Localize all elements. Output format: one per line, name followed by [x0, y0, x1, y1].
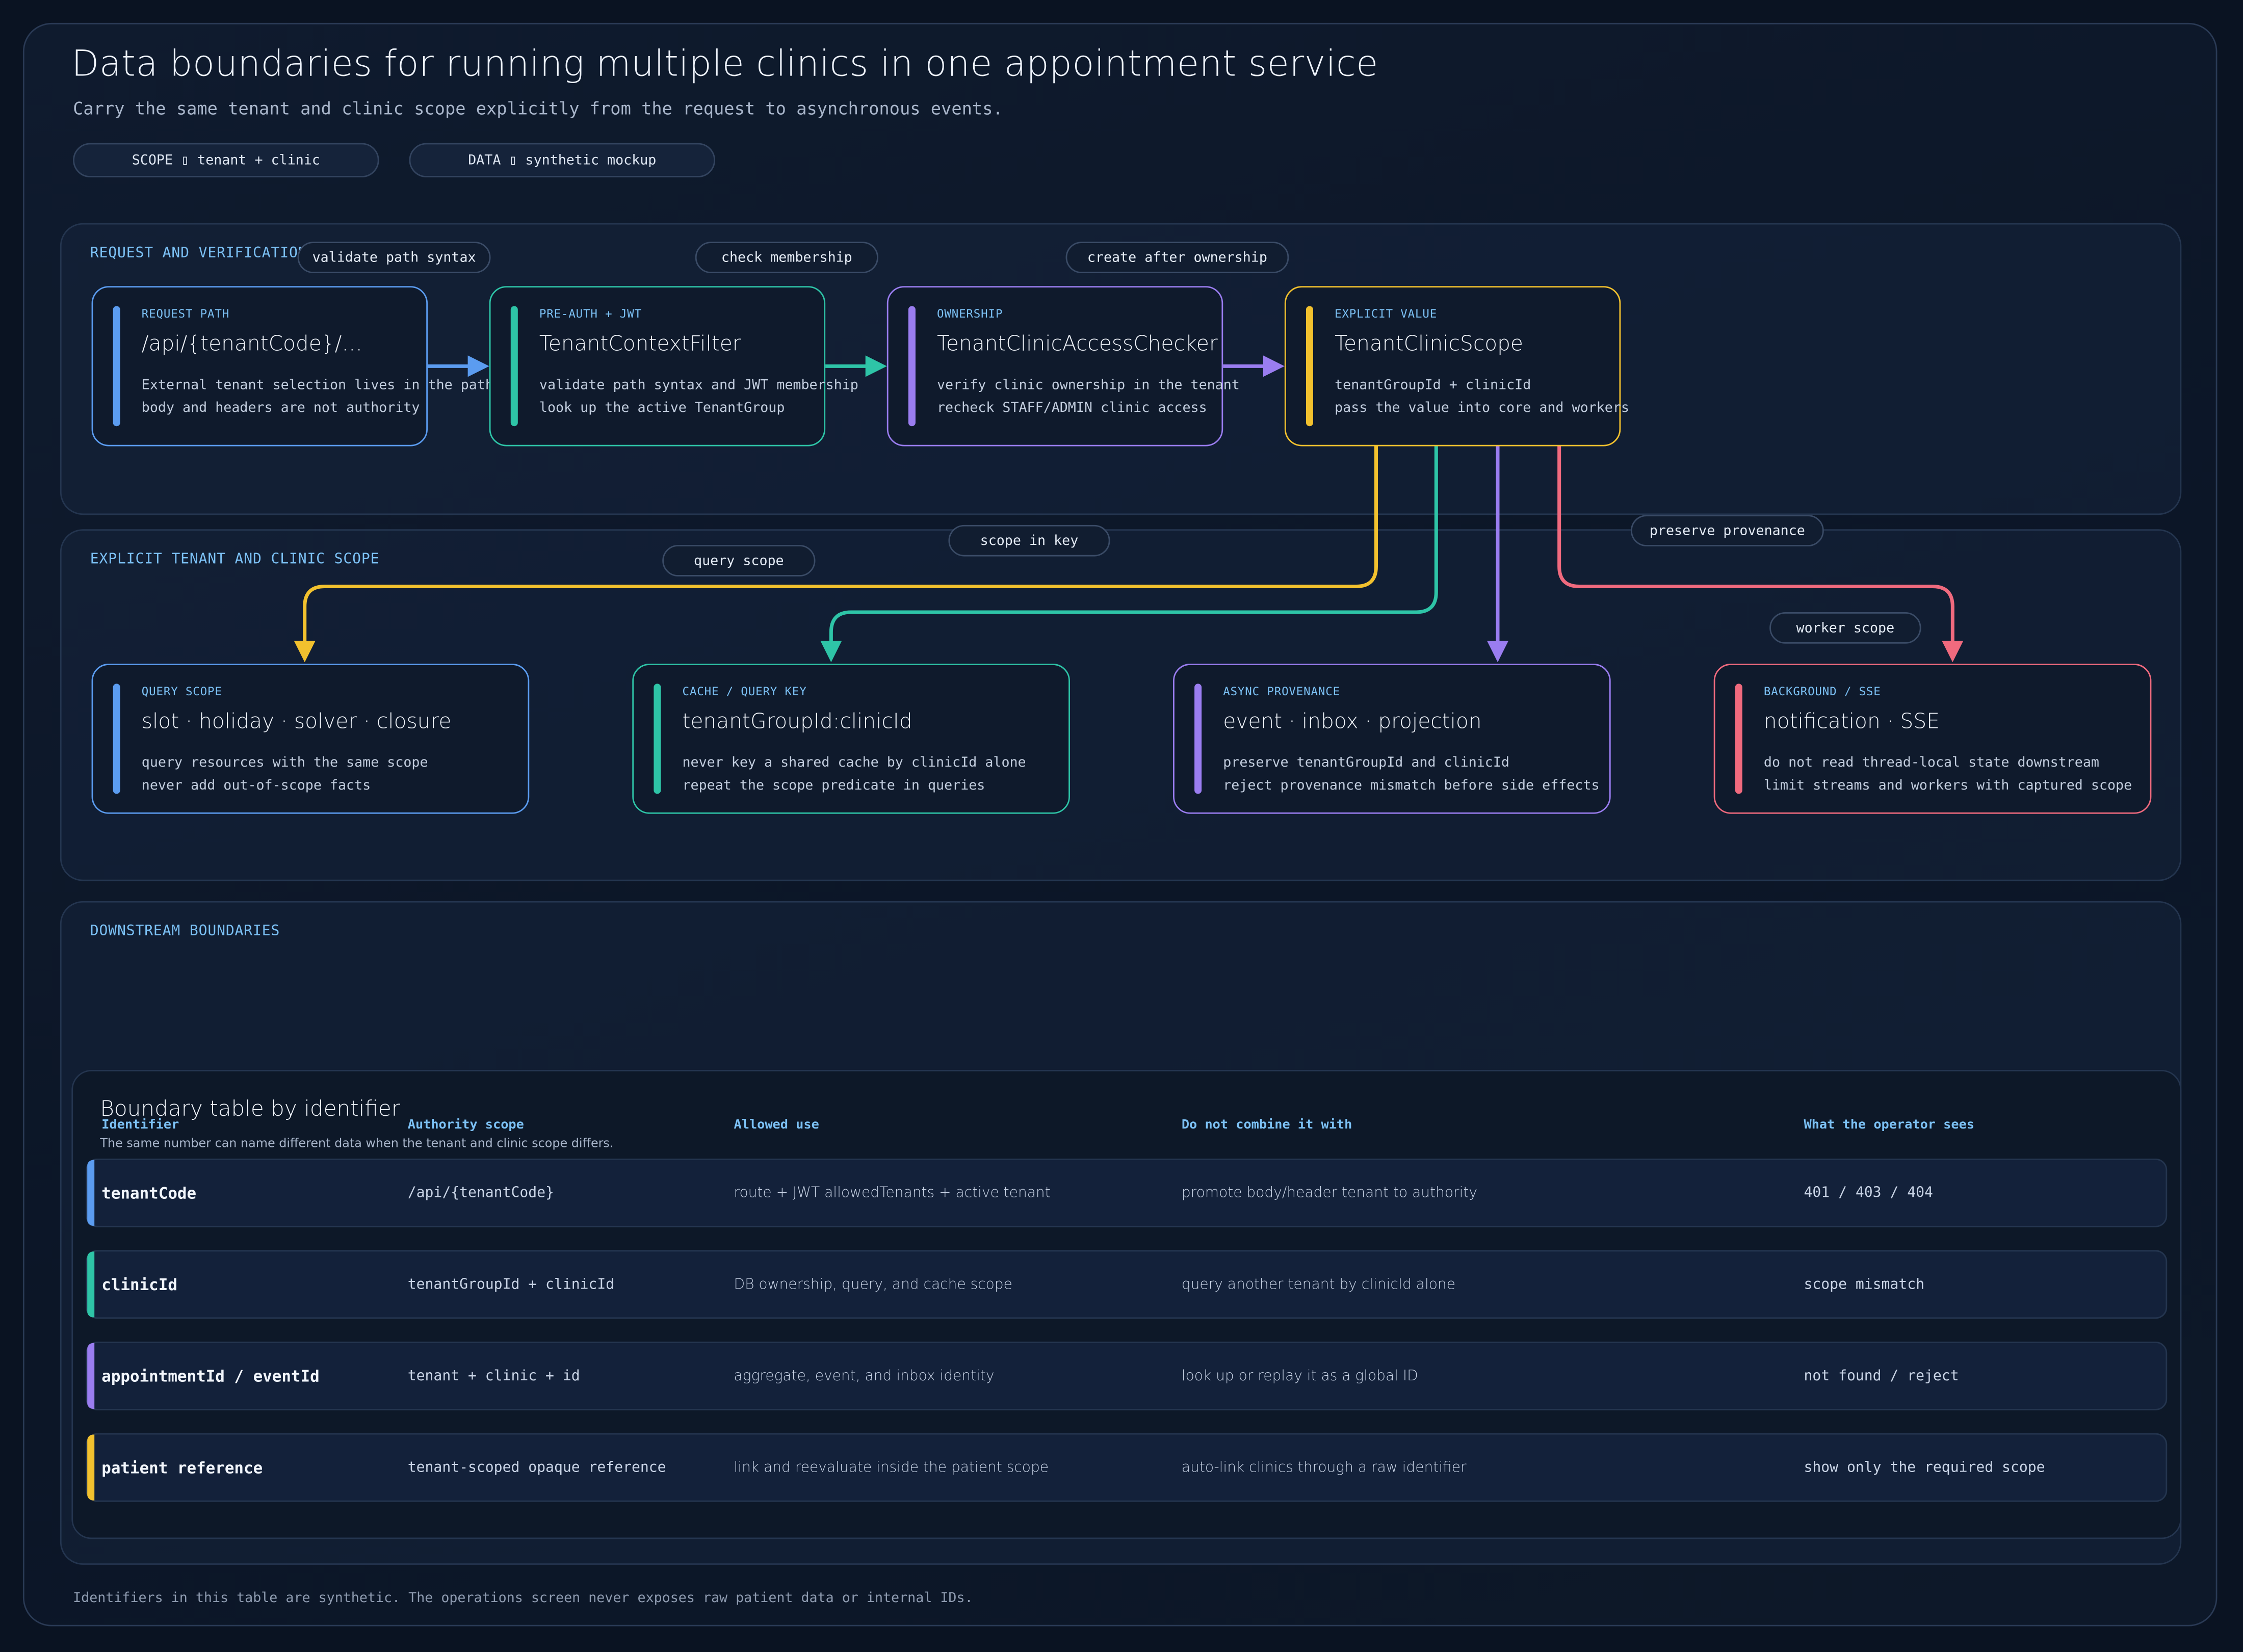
node-title: TenantClinicAccessChecker [936, 333, 1218, 356]
edge-label-membership: check membership [695, 242, 878, 273]
node-title: slot · holiday · solver · closure [141, 711, 452, 734]
edge-label-create: create after ownership [1065, 242, 1289, 273]
node-background-sse: BACKGROUND / SSE notification · SSE do n… [1713, 664, 2152, 814]
edge-label-provenance: preserve provenance [1630, 515, 1824, 546]
node-tag: EXPLICIT VALUE [1335, 307, 1438, 321]
node-line-2: never add out-of-scope facts [141, 778, 371, 794]
node-line-1: preserve tenantGroupId and clinicId [1223, 755, 1509, 771]
node-line-1: do not read thread-local state downstrea… [1763, 755, 2099, 771]
node-line-1: External tenant selection lives in the p… [141, 377, 493, 394]
edge-label-validate: validate path syntax [297, 242, 491, 273]
node-title: TenantContextFilter [539, 333, 741, 356]
node-line-2: reject provenance mismatch before side e… [1223, 778, 1600, 794]
node-tag: REQUEST PATH [141, 307, 230, 321]
node-title: event · inbox · projection [1223, 711, 1482, 734]
node-async-provenance: ASYNC PROVENANCE event · inbox · project… [1173, 664, 1611, 814]
node-tag: ASYNC PROVENANCE [1223, 685, 1340, 698]
node-cache-key: CACHE / QUERY KEY tenantGroupId:clinicId… [632, 664, 1070, 814]
node-tenant-context-filter: PRE-AUTH + JWT TenantContextFilter valid… [489, 286, 858, 447]
node-accent-bar [113, 684, 120, 794]
node-line-2: repeat the scope predicate in queries [682, 778, 985, 794]
node-query-scope: QUERY SCOPE slot · holiday · solver · cl… [91, 664, 530, 814]
node-tag: QUERY SCOPE [141, 685, 222, 698]
node-tag: CACHE / QUERY KEY [682, 685, 807, 698]
diagram-stage: Data boundaries for running multiple cli… [0, 0, 2243, 1652]
node-accent-bar [654, 684, 661, 794]
node-line-2: look up the active TenantGroup [539, 400, 785, 416]
node-line-1: validate path syntax and JWT membership [539, 377, 858, 394]
node-line-1: verify clinic ownership in the tenant [936, 377, 1240, 394]
node-title: /api/{tenantCode}/… [141, 333, 363, 356]
node-title: tenantGroupId:clinicId [682, 711, 912, 734]
node-accent-bar [1735, 684, 1742, 794]
edge-label-key: scope in key [948, 525, 1110, 557]
arrow-scope-to-query [294, 446, 1378, 663]
node-line-1: tenantGroupId + clinicId [1335, 377, 1531, 394]
node-tag: BACKGROUND / SSE [1763, 685, 1881, 698]
edge-label-worker: worker scope [1769, 612, 1921, 644]
edge-label-query: query scope [662, 545, 816, 576]
node-accent-bar [1194, 684, 1202, 794]
node-tag: OWNERSHIP [936, 307, 1003, 321]
node-tag: PRE-AUTH + JWT [539, 307, 642, 321]
node-tenant-clinic-scope: EXPLICIT VALUE TenantClinicScope tenantG… [1284, 286, 1629, 447]
table-subtitle: The same number can name different data … [100, 1137, 614, 1151]
node-line-2: limit streams and workers with captured … [1763, 778, 2132, 794]
node-accent-bar [1306, 306, 1313, 427]
node-accent-bar [510, 306, 518, 427]
node-line-2: recheck STAFF/ADMIN clinic access [936, 400, 1207, 416]
node-line-1: query resources with the same scope [141, 755, 428, 771]
table-title: Boundary table by identifier [100, 1095, 401, 1121]
node-line-2: body and headers are not authority [141, 400, 420, 416]
node-accent-bar [908, 306, 916, 427]
node-title: notification · SSE [1763, 711, 1940, 734]
arrow-scope-to-cache [820, 446, 1438, 663]
node-request-path: REQUEST PATH /api/{tenantCode}/… Externa… [91, 286, 493, 447]
node-line-2: pass the value into core and workers [1335, 400, 1629, 416]
node-accent-bar [113, 306, 120, 427]
node-line-1: never key a shared cache by clinicId alo… [682, 755, 1026, 771]
node-title: TenantClinicScope [1335, 333, 1523, 356]
node-access-checker: OWNERSHIP TenantClinicAccessChecker veri… [886, 286, 1240, 447]
